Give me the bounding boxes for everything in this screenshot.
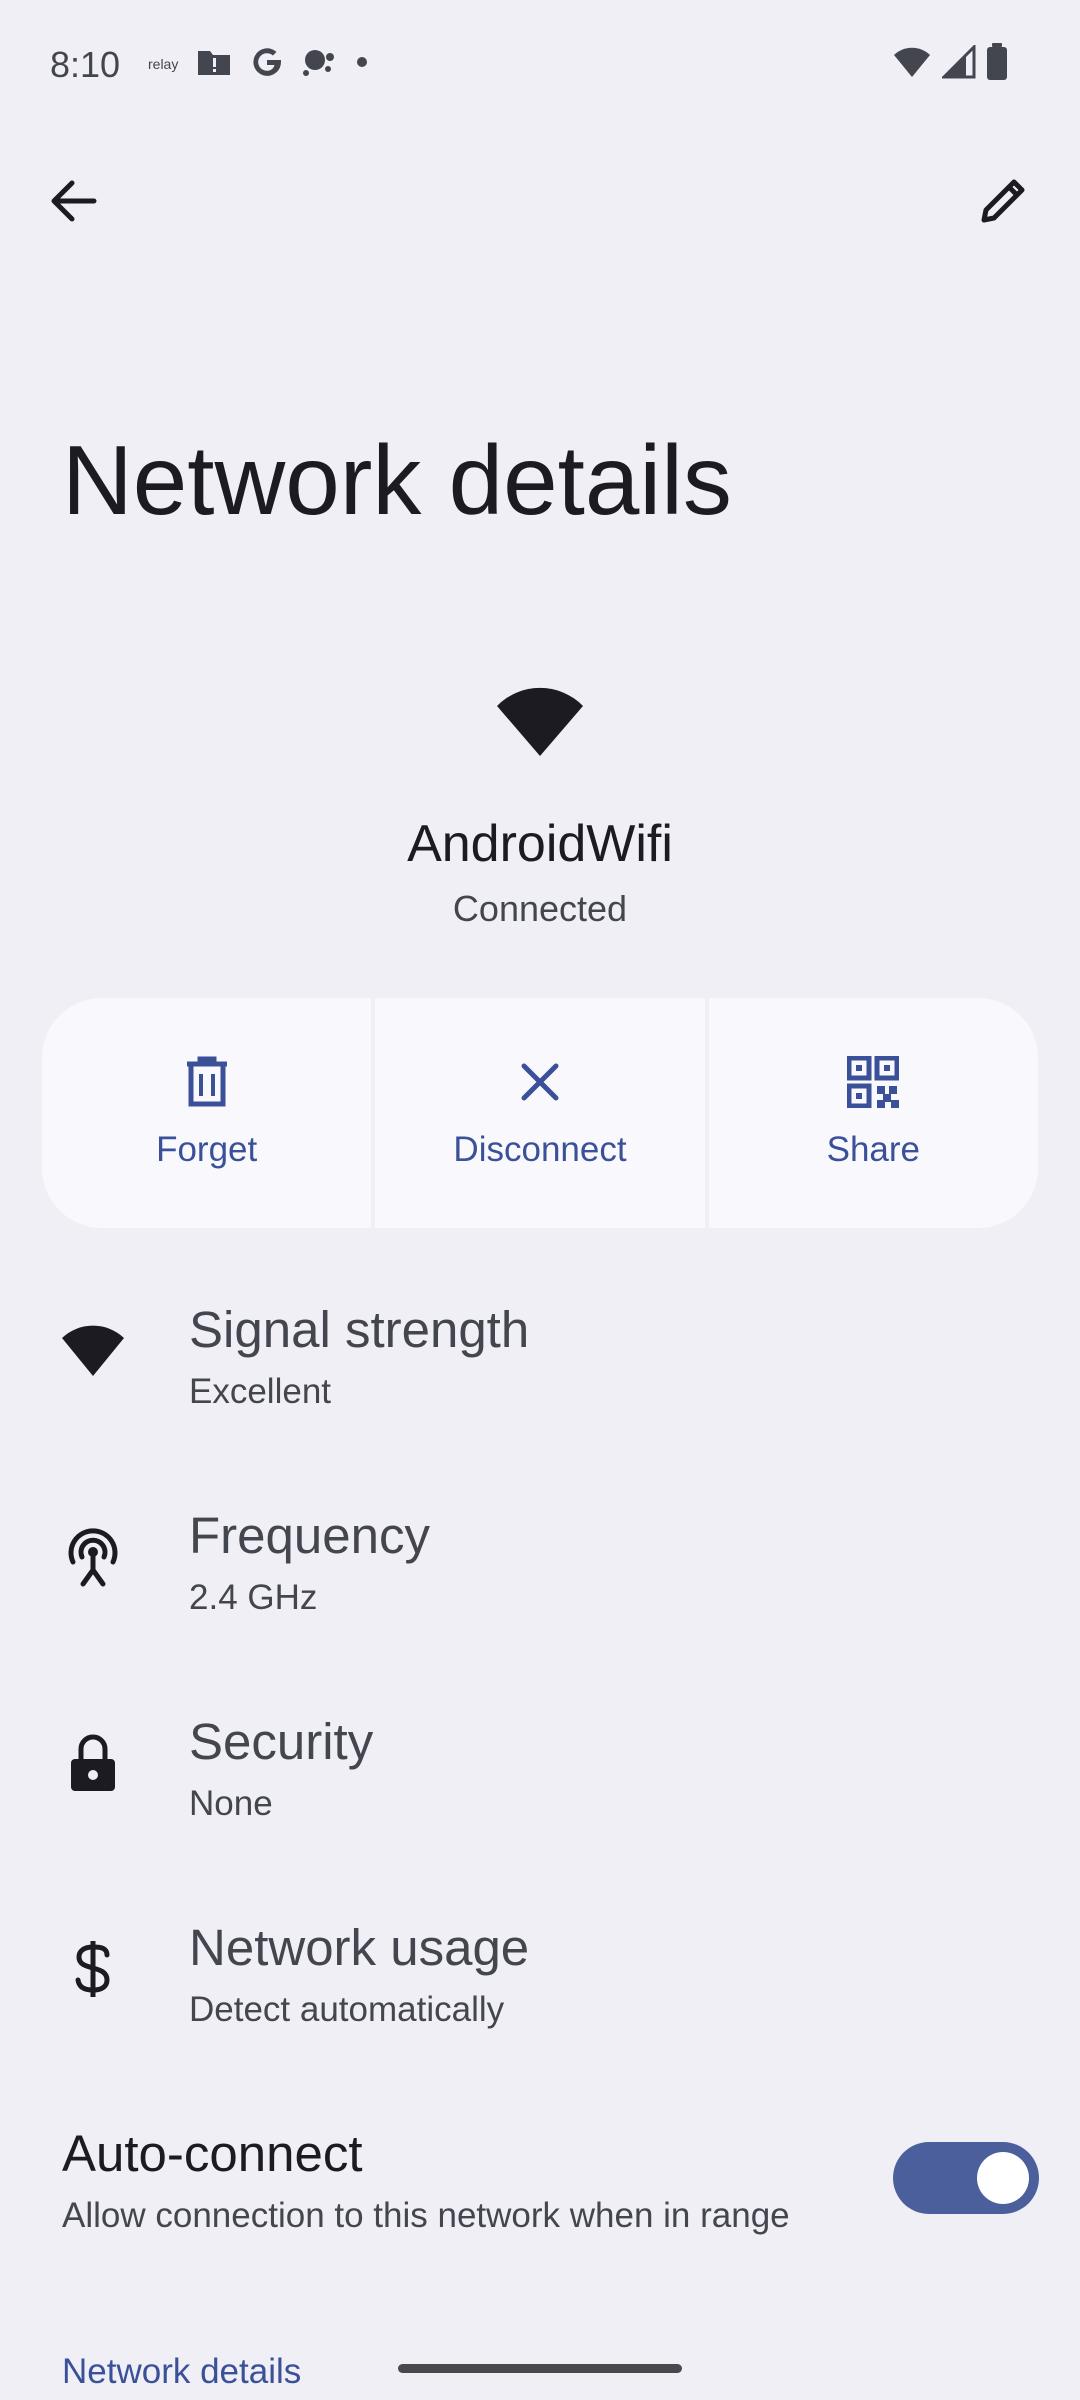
status-notification-icons: relay bbox=[148, 44, 368, 84]
signal-strength-icon bbox=[56, 1314, 130, 1388]
network-usage-value: Detect automatically bbox=[189, 1990, 505, 2029]
signal-strength-value: Excellent bbox=[189, 1372, 332, 1411]
back-button[interactable] bbox=[38, 166, 108, 236]
antenna-icon bbox=[56, 1520, 130, 1594]
security-value: None bbox=[189, 1784, 273, 1823]
trash-icon bbox=[186, 1056, 227, 1107]
network-name: AndroidWifi bbox=[407, 815, 673, 873]
status-system-icons bbox=[892, 42, 1008, 86]
share-button[interactable]: Share bbox=[708, 998, 1038, 1228]
status-time: 8:10 bbox=[50, 44, 121, 85]
battery-icon bbox=[986, 42, 1008, 86]
forget-button[interactable]: Forget bbox=[42, 998, 372, 1228]
alert-folder-icon bbox=[196, 47, 232, 82]
forget-label: Forget bbox=[156, 1130, 258, 1169]
relay-icon: relay bbox=[148, 56, 179, 72]
action-buttons: Forget Disconnect Share bbox=[42, 998, 1038, 1228]
lock-icon bbox=[56, 1726, 130, 1800]
disconnect-label: Disconnect bbox=[453, 1130, 627, 1169]
auto-connect-description: Allow connection to this network when in… bbox=[62, 2196, 790, 2235]
close-icon bbox=[521, 1063, 559, 1101]
disconnect-button[interactable]: Disconnect bbox=[375, 998, 705, 1228]
dot-icon bbox=[356, 55, 368, 73]
security-title: Security bbox=[189, 1713, 374, 1770]
toggle-knob bbox=[977, 2152, 1029, 2204]
network-status: Connected bbox=[452, 888, 628, 929]
gesture-nav-handle[interactable] bbox=[398, 2364, 682, 2373]
wifi-signal-large-icon bbox=[495, 686, 585, 758]
network-usage-title: Network usage bbox=[189, 1919, 530, 1976]
auto-connect-toggle[interactable] bbox=[893, 2142, 1039, 2214]
edit-button[interactable] bbox=[968, 164, 1040, 236]
dollar-icon bbox=[56, 1932, 130, 2006]
signal-strength-title: Signal strength bbox=[189, 1301, 530, 1358]
wifi-signal-icon bbox=[892, 45, 932, 84]
frequency-title: Frequency bbox=[189, 1507, 430, 1564]
cell-signal-icon bbox=[940, 42, 976, 84]
arrow-back-icon bbox=[51, 180, 97, 222]
frequency-value: 2.4 GHz bbox=[189, 1578, 318, 1617]
google-icon bbox=[250, 45, 284, 84]
share-label: Share bbox=[826, 1130, 921, 1169]
network-details-section-header: Network details bbox=[62, 2352, 302, 2391]
assistant-icon bbox=[302, 47, 338, 82]
auto-connect-title: Auto-connect bbox=[62, 2125, 363, 2182]
qr-code-icon bbox=[847, 1056, 900, 1108]
pencil-icon bbox=[981, 179, 1025, 223]
page-title: Network details bbox=[62, 425, 732, 535]
